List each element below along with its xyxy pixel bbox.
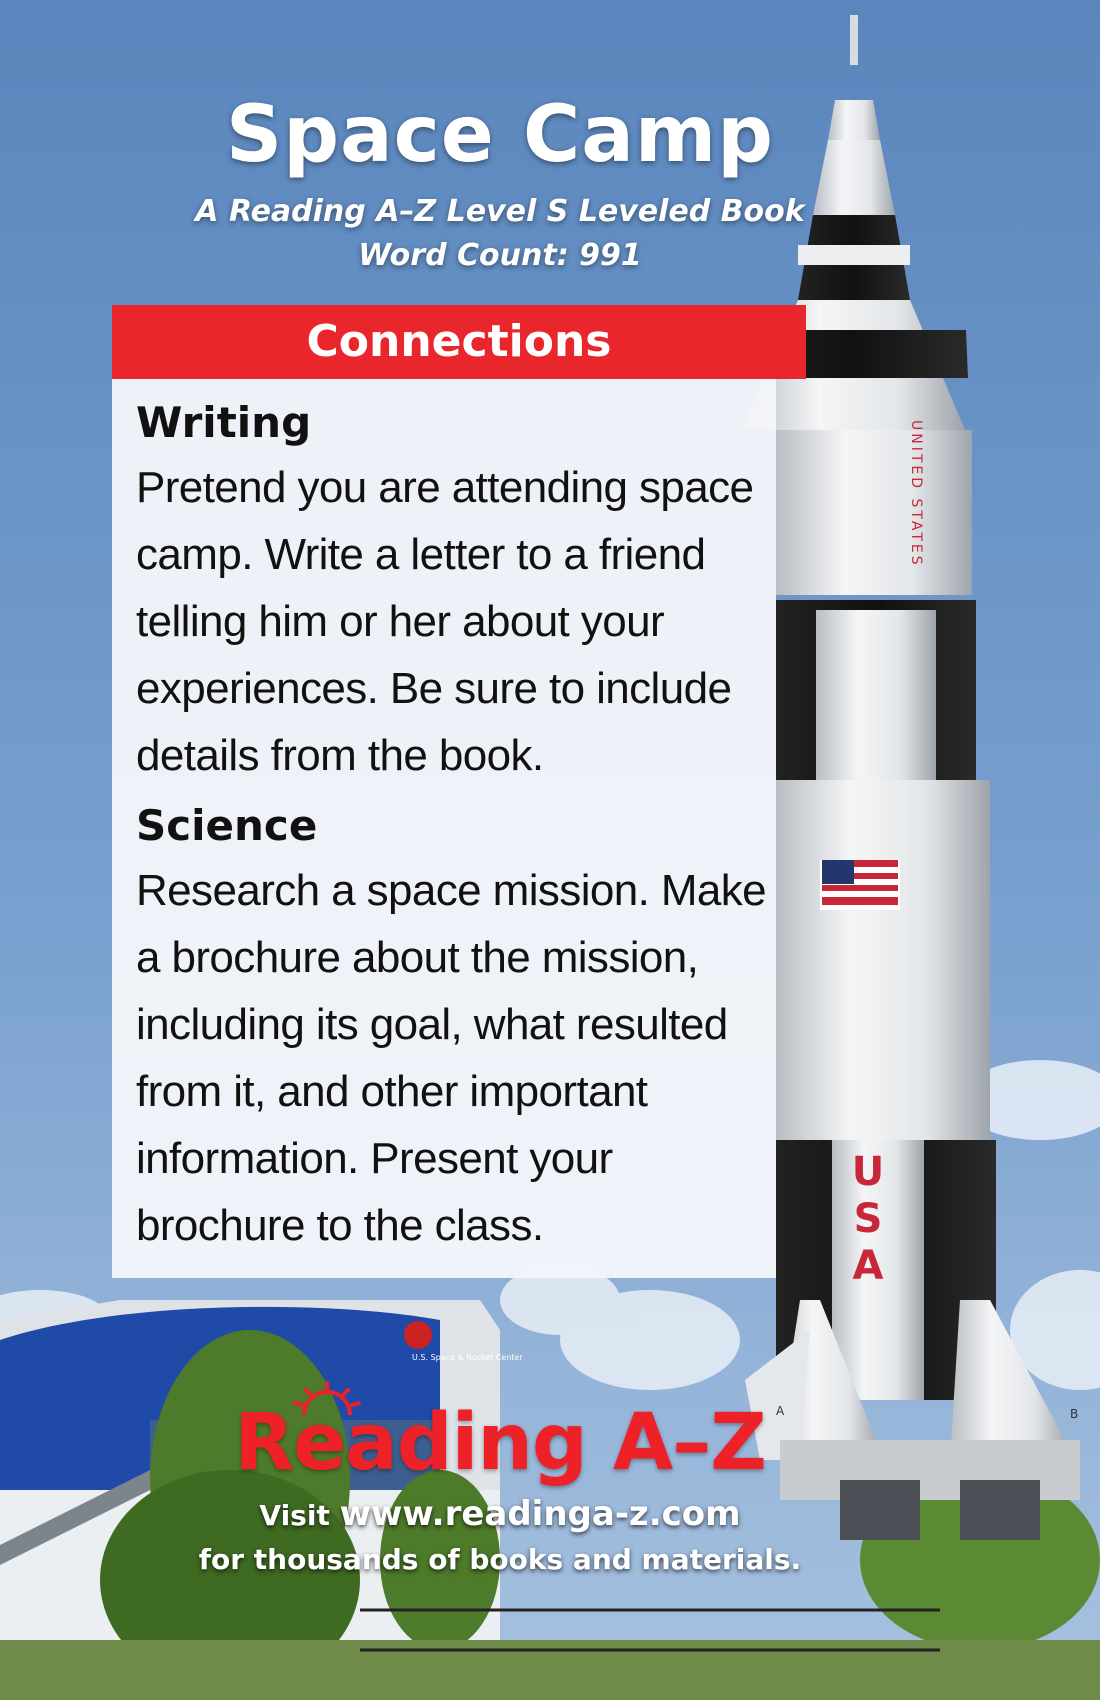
word-count: Word Count: 991 <box>358 238 642 273</box>
connections-header: Connections <box>112 305 806 379</box>
building-sign: U.S. Space & Rocket Center <box>412 1353 523 1362</box>
rocket-usa-letter-2: S <box>854 1196 883 1242</box>
fin-label-b: B <box>1070 1407 1078 1421</box>
writing-heading: Writing <box>136 398 312 447</box>
website-link[interactable]: www.readinga-z.com <box>340 1494 741 1534</box>
reading-az-logo: Reading A–Z <box>234 1381 767 1491</box>
rocket-vertical-text: UNITED STATES <box>908 420 924 568</box>
visit-line: Visit www.readinga-z.com <box>0 1491 1000 1539</box>
visit-prefix: Visit <box>259 1499 330 1532</box>
book-title: Space Camp <box>226 90 774 180</box>
rocket-usa-letter-1: U <box>852 1149 884 1195</box>
science-heading: Science <box>136 801 318 850</box>
rocket-usa-letter-3: A <box>853 1243 884 1289</box>
science-text: Research a space mission. Make a brochur… <box>136 866 767 1250</box>
sun-icon <box>293 1381 362 1416</box>
writing-text: Pretend you are attending space camp. Wr… <box>136 463 754 780</box>
footer: Reading A–Z Visit www.readinga-z.com for… <box>0 1381 1000 1581</box>
tagline: for thousands of books and materials. <box>198 1543 802 1576</box>
book-back-cover: U.S. Space & Rocket Center UNITED STATES… <box>0 0 1100 1700</box>
level-subtitle: A Reading A–Z Level S Leveled Book <box>195 194 805 229</box>
title-block: Space Camp A Reading A–Z Level S Leveled… <box>0 80 1000 278</box>
connections-body: Writing Pretend you are attending space … <box>136 392 776 1265</box>
us-flag <box>822 860 898 905</box>
